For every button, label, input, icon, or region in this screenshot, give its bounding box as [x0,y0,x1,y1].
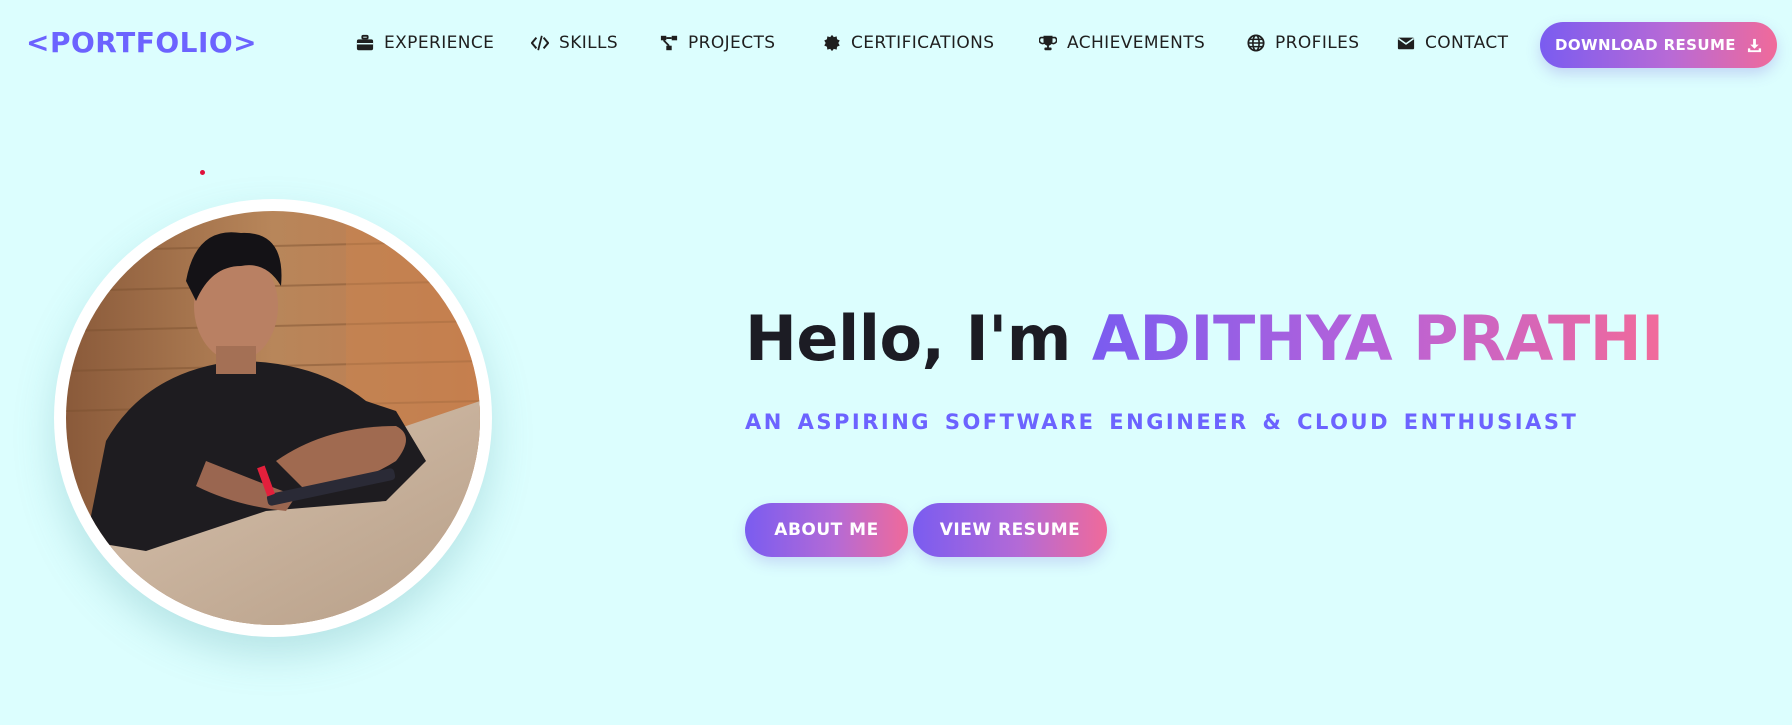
nav-item-achievements[interactable]: ACHIEVEMENTS [1039,33,1205,53]
envelope-icon [1397,37,1415,50]
nav-item-certifications[interactable]: CERTIFICATIONS [823,33,994,53]
hero-subtitle: AN ASPIRING SOFTWARE ENGINEER & CLOUD EN… [745,410,1579,434]
hero-heading: Hello, I'm ADITHYA PRATHI [745,302,1664,375]
nav-item-label: PROFILES [1275,33,1360,53]
nav-item-contact[interactable]: CONTACT [1397,33,1508,53]
download-resume-label: DOWNLOAD RESUME [1555,36,1736,54]
nav-item-experience[interactable]: EXPERIENCE [356,33,494,53]
about-me-button[interactable]: ABOUT ME [745,503,908,557]
nav-item-label: PROJECTS [688,33,776,53]
hero-name: ADITHYA PRATHI [1091,302,1664,375]
nav-item-skills[interactable]: SKILLS [531,33,618,53]
download-icon [1747,38,1762,52]
briefcase-icon [356,34,374,51]
code-icon [531,35,549,51]
profile-photo-frame [54,199,492,637]
about-me-label: ABOUT ME [774,520,879,540]
certificate-icon [824,34,840,52]
nav-item-profiles[interactable]: PROFILES [1247,33,1359,53]
portfolio-logo[interactable]: <PORTFOLIO> [26,26,257,59]
nav-item-label: CERTIFICATIONS [851,33,995,53]
nav-item-label: SKILLS [559,33,619,53]
nav-item-projects[interactable]: PROJECTS [660,33,775,53]
project-diagram-icon [660,35,678,51]
nav-item-label: ACHIEVEMENTS [1067,33,1206,53]
nav-item-label: EXPERIENCE [384,33,495,53]
globe-icon [1247,34,1265,52]
view-resume-label: VIEW RESUME [939,520,1081,540]
top-navbar: <PORTFOLIO> EXPERIENCE SKILLS PROJECTS C… [0,0,1792,90]
decorative-dot [200,170,205,175]
download-resume-button[interactable]: DOWNLOAD RESUME [1540,22,1777,68]
hero-greeting: Hello, I'm [745,302,1071,375]
nav-item-label: CONTACT [1425,33,1509,53]
profile-photo [66,211,480,625]
trophy-icon [1039,35,1057,51]
view-resume-button[interactable]: VIEW RESUME [913,503,1107,557]
